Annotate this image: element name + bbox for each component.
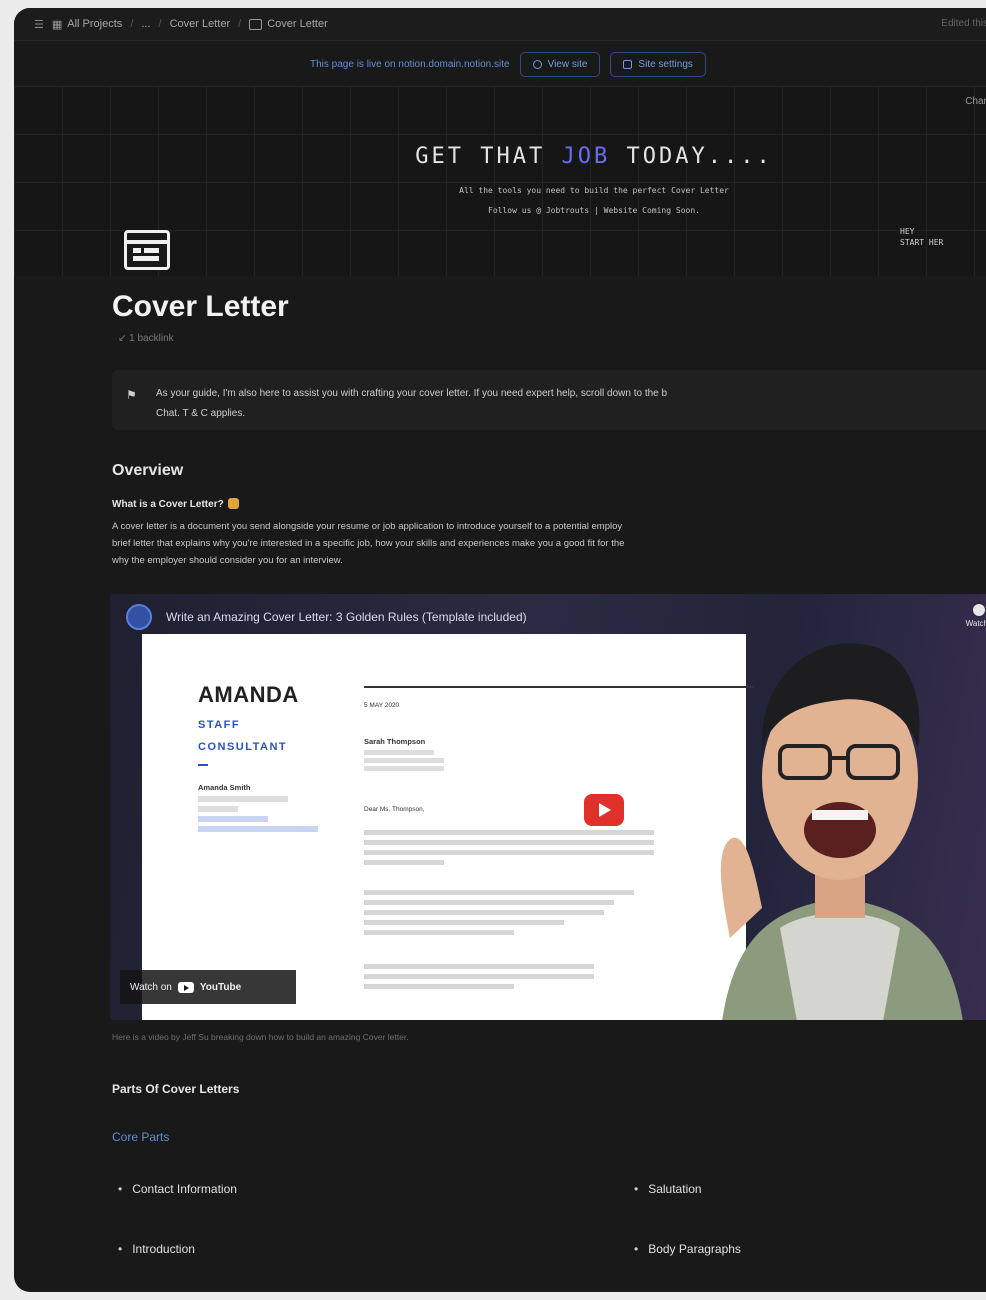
watch-later-button[interactable]: Watch l: [966, 604, 986, 630]
breadcrumb-cover-letter-parent[interactable]: Cover Letter: [170, 18, 231, 30]
headline-highlight: JOB: [561, 144, 611, 169]
published-note: This page is live on notion.domain.notio…: [310, 58, 510, 70]
doc-address-line: [364, 758, 444, 763]
view-site-label: View site: [547, 58, 588, 70]
overview-question: What is a Cover Letter?: [112, 498, 239, 510]
youtube-icon: [177, 981, 194, 993]
globe-icon: [532, 59, 542, 69]
doc-body-line: [364, 860, 444, 865]
doc-contact-line: [198, 806, 238, 812]
paragraph-line: A cover letter is a document you send al…: [112, 521, 623, 532]
overview-heading: Overview: [112, 462, 184, 479]
doc-body-line: [364, 964, 594, 969]
doc-role-line: STAFF: [198, 719, 241, 731]
headline-text: GET THAT: [415, 144, 562, 169]
list-item-introduction: Introduction: [118, 1242, 195, 1256]
gear-icon: [623, 59, 633, 69]
doc-role: STAFF CONSULTANT: [198, 714, 287, 758]
doc-body-line: [364, 910, 604, 915]
channel-avatar[interactable]: [126, 604, 152, 630]
sidebar-toggle-icon[interactable]: ☰: [34, 18, 44, 31]
doc-name: AMANDA: [198, 682, 299, 707]
flag-icon: ⚑: [126, 388, 137, 402]
headline-text-end: TODAY....: [610, 144, 773, 169]
doc-role-line: CONSULTANT: [198, 741, 288, 753]
breadcrumb-label: Cover Letter: [267, 18, 328, 30]
start-line-1: HEY: [900, 227, 915, 236]
breadcrumb-cover-letter[interactable]: Cover Letter: [249, 18, 328, 30]
doc-address-line: [364, 750, 434, 755]
doc-greeting: Dear Ms. Thompson,: [364, 806, 425, 813]
publish-banner: This page is live on notion.domain.notio…: [14, 44, 986, 84]
list-item-salutation: Salutation: [634, 1182, 701, 1196]
callout-line-2: Chat. T & C applies.: [156, 408, 246, 419]
doc-address-line: [364, 766, 444, 771]
site-settings-button[interactable]: Site settings: [610, 51, 706, 77]
breadcrumb: ☰ ▦ All Projects / ... / Cover Letter / …: [14, 18, 328, 31]
doc-body-line: [364, 840, 654, 845]
doc-recipient: Sarah Thompson: [364, 737, 426, 746]
breadcrumb-label: All Projects: [67, 18, 123, 30]
video-thumbnail-document: AMANDA STAFF CONSULTANT Amanda Smith 5 M…: [142, 634, 754, 1020]
backlinks[interactable]: ↙ 1 backlink: [118, 333, 174, 344]
cover-headline: GET THAT JOB TODAY....: [14, 144, 986, 169]
core-parts-link[interactable]: Core Parts: [112, 1130, 169, 1144]
doc-body-line: [364, 830, 654, 835]
doc-body-line: [364, 984, 514, 989]
play-button[interactable]: [584, 794, 624, 826]
doc-contact-line: [198, 826, 318, 832]
youtube-label: YouTube: [199, 981, 242, 993]
question-text: What is a Cover Letter?: [112, 499, 224, 510]
doc-contact-line: [198, 816, 268, 822]
page-emoji-icon[interactable]: [124, 230, 170, 270]
cover-subtitle: All the tools you need to build the perf…: [459, 186, 729, 195]
doc-body-line: [364, 850, 654, 855]
doc-contact-name: Amanda Smith: [198, 783, 251, 792]
doc-contact-line: [198, 796, 288, 802]
presenter-image: [720, 643, 963, 1020]
callout: ⚑ As your guide, I'm also here to assist…: [112, 370, 986, 430]
cover-follow-line: Follow us @ Jobtrouts | Website Coming S…: [488, 206, 700, 215]
doc-body-line: [364, 890, 634, 895]
watch-on-youtube-button[interactable]: Watch on YouTube: [120, 970, 296, 1004]
app-window: ☰ ▦ All Projects / ... / Cover Letter / …: [14, 8, 986, 1292]
top-bar: ☰ ▦ All Projects / ... / Cover Letter / …: [14, 8, 986, 41]
cover-start-here: HEY START HER: [900, 226, 943, 248]
grid-icon: ▦: [51, 18, 63, 31]
doc-body-line: [364, 920, 564, 925]
page-icon: [249, 18, 263, 30]
start-line-2: START HER: [900, 238, 944, 247]
breadcrumb-separator: /: [130, 18, 134, 30]
view-site-button[interactable]: View site: [519, 51, 601, 77]
paragraph-line: why the employer should consider you for…: [112, 555, 343, 566]
doc-date: 5 MAY 2020: [364, 702, 400, 709]
doc-body-line: [364, 974, 594, 979]
breadcrumb-label: Cover Letter: [169, 18, 231, 30]
site-settings-label: Site settings: [638, 58, 693, 70]
list-item-body-paragraphs: Body Paragraphs: [634, 1242, 741, 1256]
watch-later-label: Watch l: [965, 619, 986, 628]
clock-icon: [972, 604, 985, 616]
video-caption: Here is a video by Jeff Su breaking down…: [112, 1032, 409, 1042]
emoji-icon: [227, 498, 239, 509]
breadcrumb-separator: /: [158, 18, 162, 30]
callout-text: As your guide, I'm also here to assist y…: [156, 384, 986, 424]
breadcrumb-all-projects[interactable]: ▦ All Projects: [52, 18, 122, 31]
breadcrumb-label: ...: [141, 18, 151, 30]
video-title[interactable]: Write an Amazing Cover Letter: 3 Golden …: [166, 610, 527, 624]
paragraph-line: brief letter that explains why you're in…: [112, 538, 625, 549]
breadcrumb-separator: /: [238, 18, 242, 30]
list-item-contact-information: Contact Information: [118, 1182, 237, 1196]
video-embed[interactable]: AMANDA STAFF CONSULTANT Amanda Smith 5 M…: [110, 594, 986, 1020]
change-cover-button[interactable]: Change c: [965, 96, 986, 107]
doc-body-line: [364, 930, 514, 935]
page-title[interactable]: Cover Letter: [112, 290, 289, 324]
parts-heading: Parts Of Cover Letters: [112, 1082, 240, 1096]
doc-body-line: [364, 900, 614, 905]
watch-on-label: Watch on: [130, 981, 172, 993]
callout-line-1: As your guide, I'm also here to assist y…: [156, 388, 668, 399]
breadcrumb-ellipsis[interactable]: ...: [141, 18, 150, 30]
edited-info: Edited this w: [941, 18, 986, 29]
overview-paragraph: A cover letter is a document you send al…: [112, 518, 986, 569]
